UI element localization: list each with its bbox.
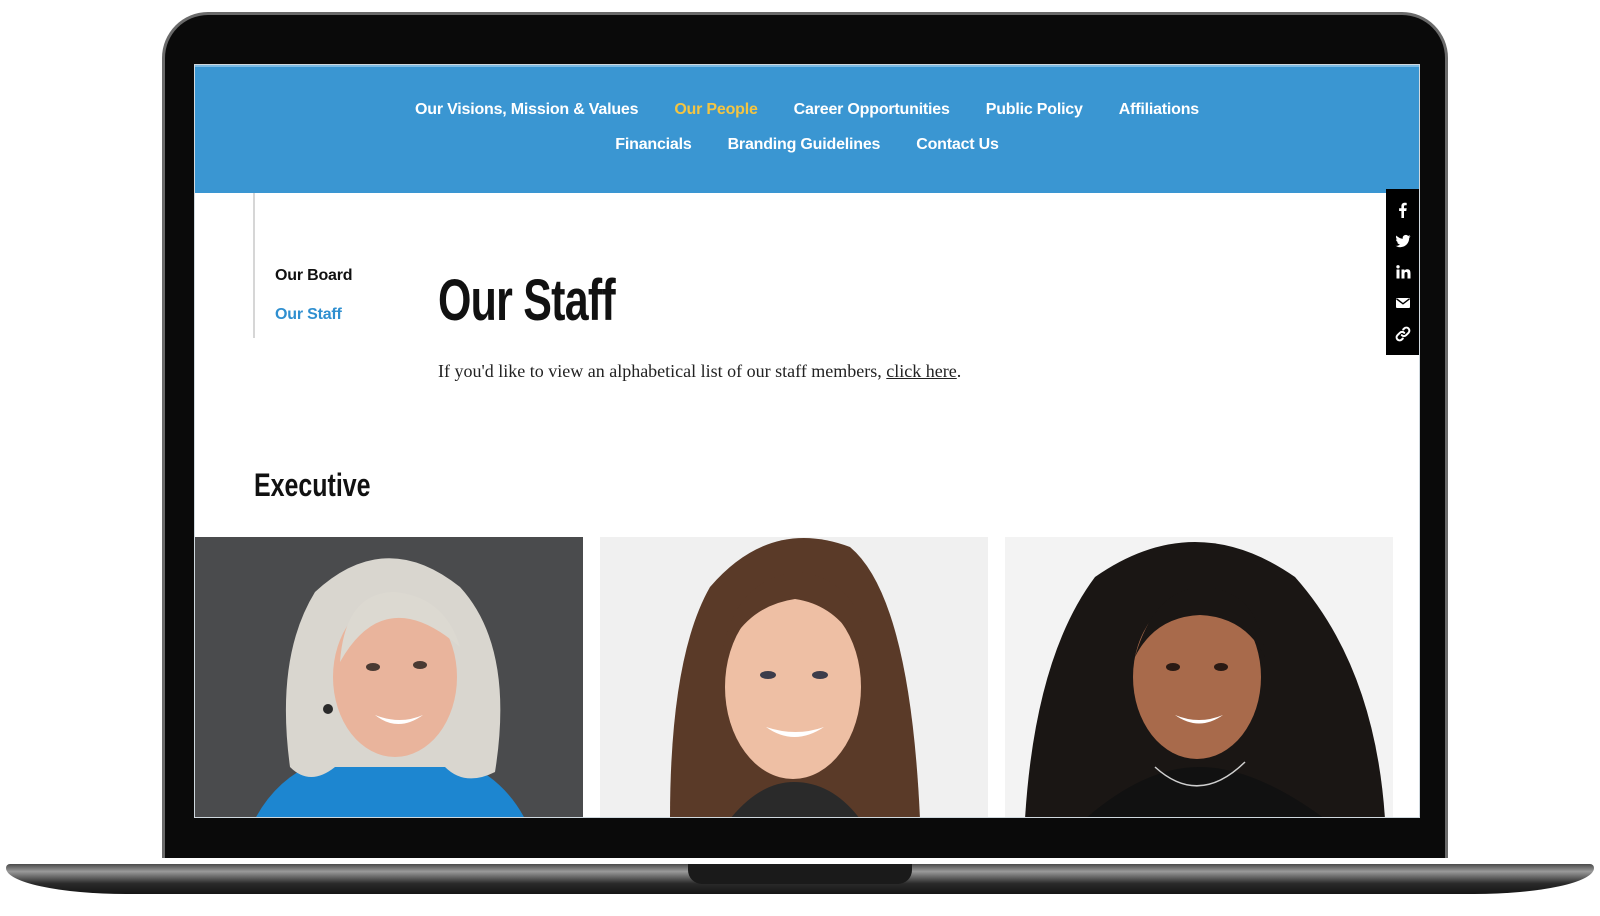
click-here-link[interactable]: click here bbox=[886, 361, 956, 381]
side-navigation: Our Board Our Staff bbox=[253, 193, 353, 338]
staff-photo[interactable] bbox=[195, 537, 583, 817]
laptop-hinge bbox=[688, 864, 912, 884]
social-share-bar bbox=[1386, 189, 1419, 355]
staff-photo[interactable] bbox=[1005, 537, 1393, 817]
nav-link-visions-mission-values[interactable]: Our Visions, Mission & Values bbox=[415, 101, 639, 119]
sidebar-item-our-board[interactable]: Our Board bbox=[275, 267, 353, 285]
email-icon[interactable] bbox=[1395, 295, 1411, 311]
intro-text: If you'd like to view an alphabetical li… bbox=[438, 361, 887, 381]
nav-row-primary: Our Visions, Mission & Values Our People… bbox=[195, 101, 1419, 119]
linkedin-icon[interactable] bbox=[1395, 264, 1411, 280]
nav-link-contact-us[interactable]: Contact Us bbox=[916, 136, 999, 154]
nav-link-career-opportunities[interactable]: Career Opportunities bbox=[794, 101, 950, 119]
staff-photo[interactable] bbox=[600, 537, 988, 817]
nav-link-our-people[interactable]: Our People bbox=[674, 101, 758, 119]
sidebar-item-our-staff[interactable]: Our Staff bbox=[275, 306, 342, 324]
facebook-icon[interactable] bbox=[1395, 202, 1411, 219]
link-icon[interactable] bbox=[1395, 326, 1411, 342]
twitter-icon[interactable] bbox=[1395, 233, 1411, 249]
intro-period: . bbox=[956, 361, 962, 381]
nav-link-financials[interactable]: Financials bbox=[615, 136, 691, 154]
top-navigation: Our Visions, Mission & Values Our People… bbox=[195, 65, 1419, 193]
nav-link-public-policy[interactable]: Public Policy bbox=[986, 101, 1083, 119]
nav-link-affiliations[interactable]: Affiliations bbox=[1119, 101, 1199, 119]
section-heading-executive: Executive bbox=[254, 467, 371, 503]
browser-screen: Our Visions, Mission & Values Our People… bbox=[194, 64, 1420, 818]
intro-paragraph: If you'd like to view an alphabetical li… bbox=[438, 361, 961, 382]
nav-link-branding-guidelines[interactable]: Branding Guidelines bbox=[728, 136, 881, 154]
nav-row-secondary: Financials Branding Guidelines Contact U… bbox=[195, 136, 1419, 154]
page-title: Our Staff bbox=[438, 268, 616, 333]
